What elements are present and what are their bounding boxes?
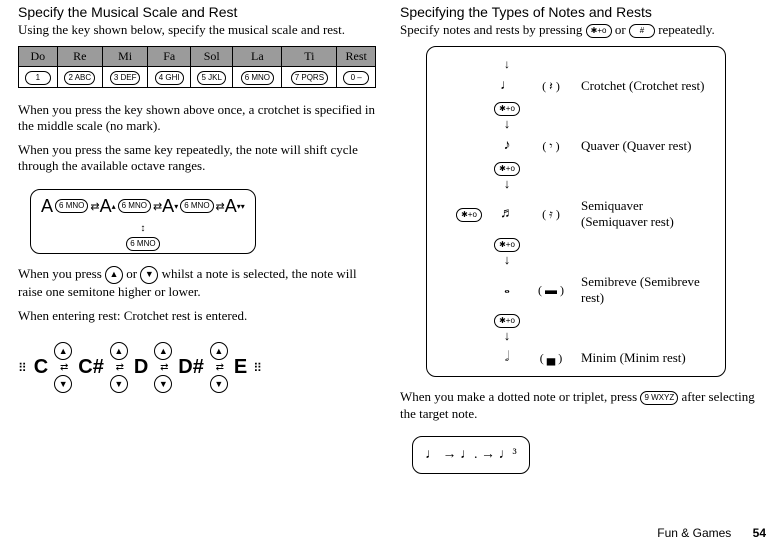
note-crotchet-icon: ♩ (493, 78, 521, 94)
hdr-mi: Mi (102, 47, 147, 67)
key-3: 3 DEF (110, 71, 141, 85)
note-quaver-icon: ♪ (493, 138, 521, 154)
semitone-figure: ⠿ C ▲ ⇄ ▼ C# ▲ ⇄ ▼ D ▲ ⇄ ▼ (18, 338, 263, 397)
label-semibreve: Semibreve (Semibreve rest) (581, 274, 711, 306)
oct-key-4: 6 MNO (126, 237, 159, 251)
star-key-icon: ✱+o (586, 24, 612, 38)
label-semiquaver: Semiquaver (Semiquaver rest) (581, 198, 711, 230)
star-key-icon: ✱+o (494, 162, 520, 176)
footer-page: 54 (753, 526, 766, 540)
nine-key-icon: 9 WXYZ (640, 391, 678, 405)
footer-section: Fun & Games (657, 526, 731, 540)
octave-figure: A 6 MNO ⇄ A▴ 6 MNO ⇄ A▾ 6 MNO ⇄ A▾▾ ↕ 6 … (30, 189, 256, 254)
label-minim: Minim (Minim rest) (581, 350, 711, 366)
key-7: 7 PQRS (291, 71, 328, 85)
rest-crotchet-icon: 𝄽 (549, 79, 553, 93)
note-minim-icon: 𝅗𝅥 (493, 350, 521, 366)
triplet-figure: ♩ → ♩. → ♩³ (412, 436, 530, 474)
star-key-left-icon: ✱+o (456, 208, 482, 222)
rest-semiquaver-icon: 𝄿 (549, 207, 553, 221)
page-footer: Fun & Games 54 (657, 526, 766, 540)
up-icon: ▲ (54, 342, 72, 360)
rest-semibreve-icon: ▬ (545, 283, 557, 297)
down-icon: ▼ (54, 375, 72, 393)
star-key-icon: ✱+o (494, 238, 520, 252)
key-5: 5 JKL (197, 71, 225, 85)
left-p4: When you press ▲ or ▼ whilst a note is s… (18, 266, 376, 300)
rest-minim-icon: ▄ (547, 351, 556, 365)
note-cycle-figure: ↓ ♩ ( 𝄽 ) Crotchet (Crotchet rest) ✱+o ↓… (426, 46, 726, 377)
left-p3: When you press the same key repeatedly, … (18, 142, 376, 175)
left-p2: When you press the key shown above once,… (18, 102, 376, 135)
down-icon: ▼ (210, 375, 228, 393)
up-icon: ▲ (110, 342, 128, 360)
key-0: 0 ‒ (343, 71, 369, 85)
key-6: 6 MNO (241, 71, 274, 85)
rest-quaver-icon: 𝄾 (549, 139, 552, 153)
hdr-la: La (233, 47, 282, 67)
oct-key-2: 6 MNO (118, 199, 151, 213)
star-key-icon: ✱+o (494, 102, 520, 116)
label-quaver: Quaver (Quaver rest) (581, 138, 711, 154)
label-crotchet: Crotchet (Crotchet rest) (581, 78, 711, 94)
hdr-ti: Ti (282, 47, 337, 67)
left-section-title: Specify the Musical Scale and Rest (18, 4, 376, 20)
up-icon: ▲ (154, 342, 172, 360)
down-icon: ▼ (110, 375, 128, 393)
oct-key-3: 6 MNO (180, 199, 213, 213)
right-p2: When you make a dotted note or triplet, … (400, 389, 766, 422)
hdr-re: Re (57, 47, 102, 67)
up-key-icon: ▲ (105, 266, 123, 284)
scale-table: Do Re Mi Fa Sol La Ti Rest 1 2 ABC 3 DEF… (18, 46, 376, 87)
key-1: 1 (25, 71, 51, 85)
hdr-do: Do (19, 47, 58, 67)
note-semibreve-icon: 𝅝 (493, 282, 521, 298)
right-intro: Specify notes and rests by pressing ✱+o … (400, 22, 766, 38)
key-2: 2 ABC (64, 71, 95, 85)
up-icon: ▲ (210, 342, 228, 360)
oct-key-1: 6 MNO (55, 199, 88, 213)
right-section-title: Specifying the Types of Notes and Rests (400, 4, 766, 20)
left-intro: Using the key shown below, specify the m… (18, 22, 376, 38)
down-key-icon: ▼ (140, 266, 158, 284)
hdr-rest: Rest (337, 47, 376, 67)
hdr-sol: Sol (191, 47, 233, 67)
hash-key-icon: # (629, 24, 655, 38)
down-icon: ▼ (154, 375, 172, 393)
key-4: 4 GHI (155, 71, 184, 85)
left-p5: When entering rest: Crotchet rest is ent… (18, 308, 376, 324)
hdr-fa: Fa (148, 47, 191, 67)
star-key-icon: ✱+o (494, 314, 520, 328)
note-semiquaver-icon: ♬ (493, 206, 521, 222)
